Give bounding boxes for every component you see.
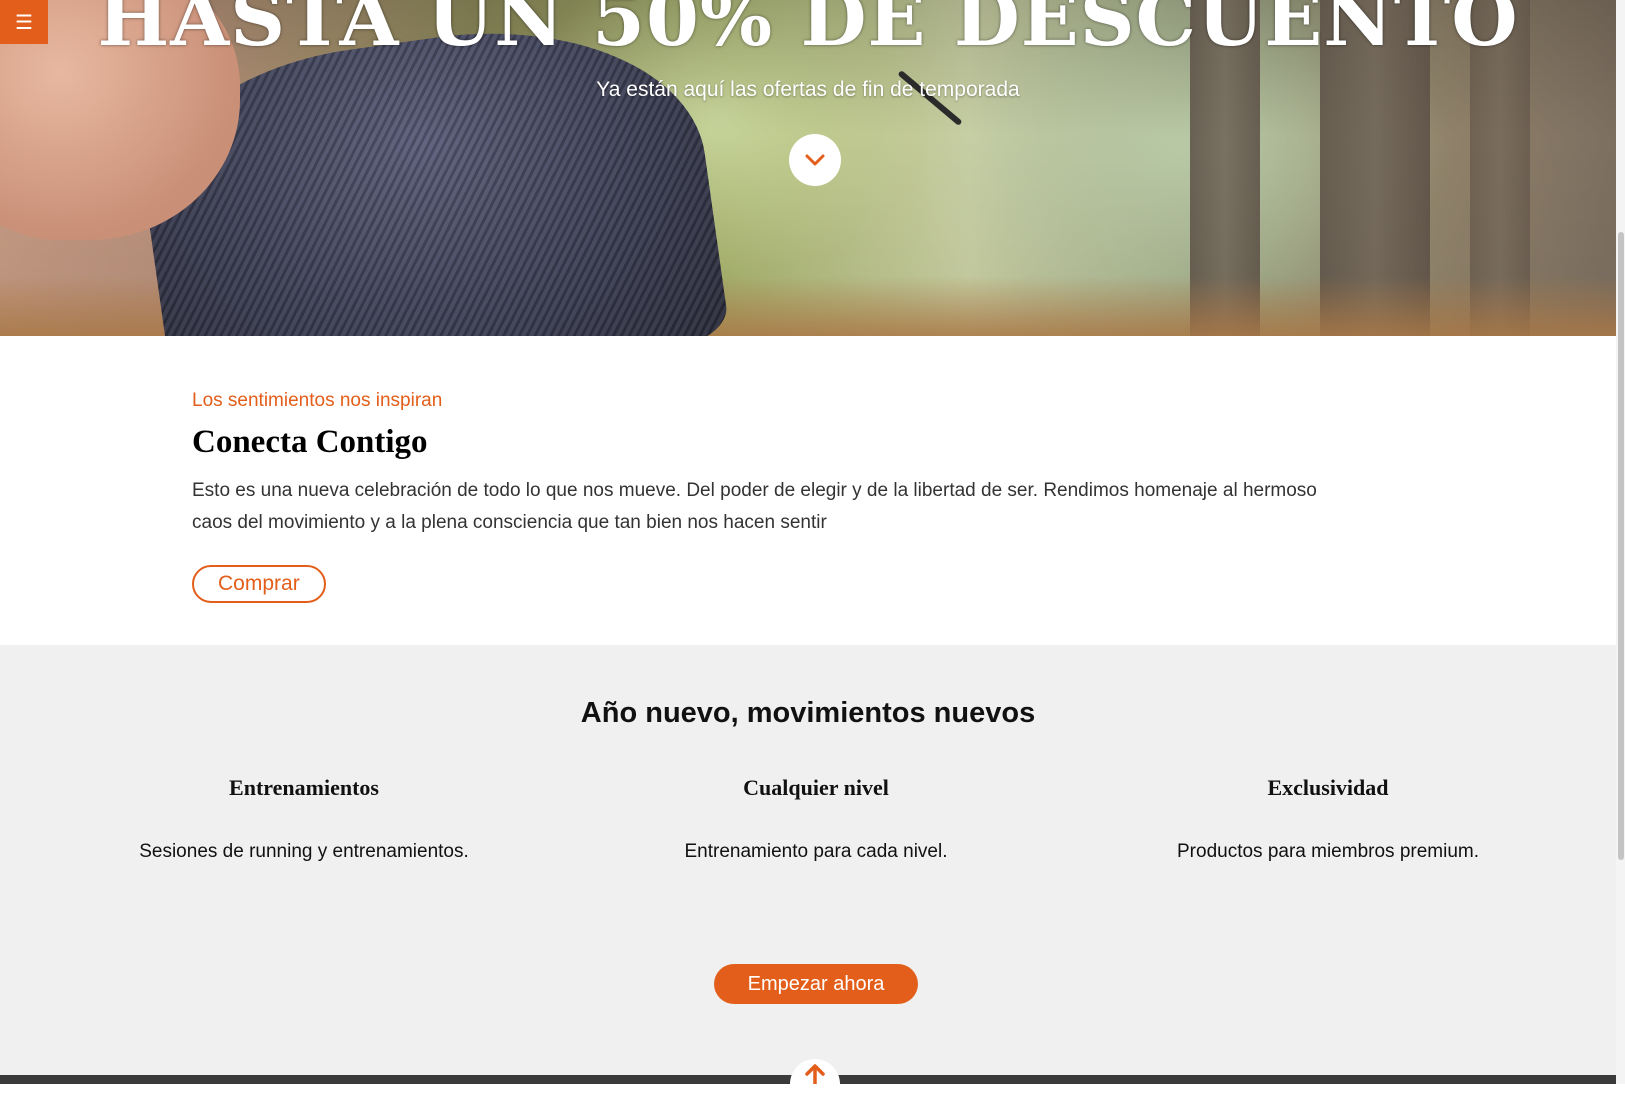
feature-text: Sesiones de running y entrenamientos.	[139, 841, 469, 862]
feature-item-exclusive: Exclusividad Productos para miembros pre…	[1098, 775, 1558, 863]
intro-title: Conecta Contigo	[192, 424, 428, 460]
hero-banner: HASTA UN 50% DE DESCUENTO Ya están aquí …	[0, 0, 1616, 336]
hamburger-icon: ☰	[15, 11, 33, 34]
scroll-top-button[interactable]	[790, 1059, 840, 1109]
chevron-down-icon	[805, 154, 825, 166]
feature-text: Entrenamiento para cada nivel.	[684, 841, 948, 862]
intro-section: Los sentimientos nos inspiran Conecta Co…	[192, 390, 1342, 603]
arrow-up-icon	[805, 1064, 825, 1084]
scroll-down-button[interactable]	[789, 134, 841, 186]
feature-item-level: Cualquier nivel Entrenamiento para cada …	[586, 775, 1046, 863]
features-title: Año nuevo, movimientos nuevos	[580, 697, 1036, 729]
feature-item-training: Entrenamientos Sesiones de running y ent…	[74, 775, 534, 863]
features-section: Año nuevo, movimientos nuevos Entrenamie…	[0, 645, 1616, 1075]
hero-title: HASTA UN 50% DE DESCUENTO	[97, 0, 1519, 63]
scrollbar-thumb[interactable]	[1618, 232, 1624, 860]
start-now-button[interactable]: Empezar ahora	[714, 964, 918, 1004]
intro-text: Esto es una nueva celebración de todo lo…	[192, 480, 1317, 533]
feature-text: Productos para miembros premium.	[1177, 841, 1479, 862]
feature-title: Cualquier nivel	[743, 775, 889, 800]
intro-eyebrow: Los sentimientos nos inspiran	[192, 390, 443, 411]
feature-title: Entrenamientos	[229, 775, 379, 800]
buy-button[interactable]: Comprar	[192, 565, 326, 603]
menu-button[interactable]: ☰	[0, 0, 48, 44]
feature-title: Exclusividad	[1267, 775, 1389, 800]
hero-subtitle: Ya están aquí las ofertas de fin de temp…	[596, 78, 1020, 101]
